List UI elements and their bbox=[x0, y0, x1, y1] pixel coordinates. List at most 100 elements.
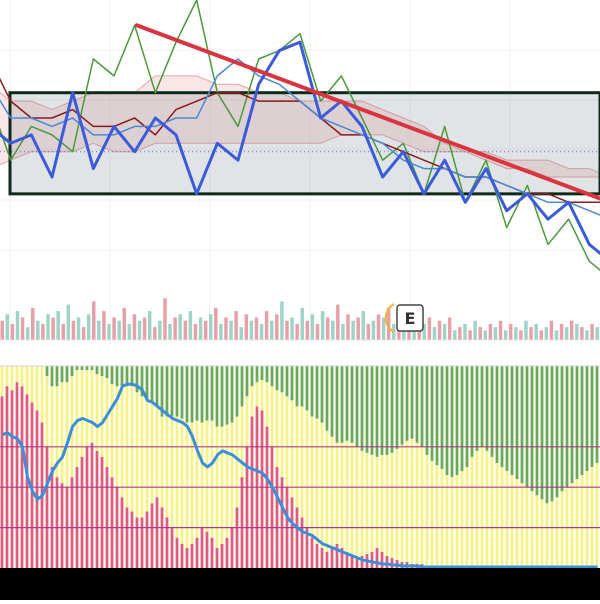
oscillator-bar bbox=[220, 366, 224, 427]
oscillator-bar bbox=[520, 366, 524, 484]
oscillator-bar bbox=[95, 374, 99, 451]
volume-bar bbox=[285, 320, 289, 340]
oscillator-bar bbox=[75, 467, 79, 568]
oscillator-bar bbox=[515, 366, 519, 480]
oscillator-bar bbox=[485, 450, 489, 568]
volume-bar bbox=[437, 320, 442, 340]
oscillator-bar bbox=[425, 454, 429, 566]
oscillator-bar bbox=[210, 366, 214, 421]
oscillator-bar bbox=[475, 366, 479, 451]
oscillator-bar bbox=[5, 366, 9, 387]
oscillator-bar bbox=[340, 442, 344, 548]
volume-bar bbox=[356, 317, 360, 340]
oscillator-bar bbox=[110, 384, 114, 478]
oscillator-bar bbox=[10, 390, 14, 568]
oscillator-bar bbox=[140, 517, 144, 568]
oscillator-bar bbox=[530, 491, 534, 568]
oscillator-bar bbox=[550, 366, 554, 502]
volume-bar bbox=[366, 323, 371, 340]
oscillator-bar bbox=[185, 422, 189, 548]
oscillator-bar bbox=[160, 507, 164, 568]
oscillator-bar bbox=[400, 366, 404, 445]
oscillator-bar bbox=[125, 507, 129, 568]
range-box[interactable] bbox=[8, 91, 600, 196]
oscillator-bar bbox=[70, 366, 74, 377]
oscillator-bar bbox=[85, 366, 89, 371]
oscillator-bar bbox=[235, 366, 239, 417]
oscillator-bar bbox=[320, 547, 324, 568]
oscillator-bar bbox=[270, 366, 274, 387]
volume-bar bbox=[473, 320, 477, 340]
oscillator-bar bbox=[155, 366, 159, 407]
oscillator-panel[interactable] bbox=[0, 365, 600, 569]
volume-bar bbox=[158, 320, 162, 340]
oscillator-bar bbox=[590, 366, 594, 467]
oscillator-bar bbox=[145, 511, 149, 568]
oscillator-bar bbox=[290, 400, 294, 498]
volume-bar bbox=[569, 320, 574, 340]
oscillator-bar bbox=[370, 366, 374, 455]
oscillator-bar bbox=[380, 366, 384, 455]
oscillator-bar bbox=[190, 366, 194, 423]
oscillator-bar bbox=[345, 366, 349, 441]
oscillator-bar bbox=[445, 475, 449, 566]
oscillator-bar bbox=[90, 370, 94, 443]
oscillator-bar bbox=[260, 380, 264, 411]
oscillator-bar bbox=[35, 366, 39, 411]
oscillator-bar bbox=[480, 366, 484, 447]
oscillator-bar bbox=[250, 416, 254, 568]
oscillator-bar bbox=[290, 497, 294, 568]
oscillator-bar bbox=[230, 366, 234, 423]
oscillator-bar bbox=[435, 464, 439, 566]
earnings-marker[interactable]: E bbox=[384, 303, 424, 333]
oscillator-bar bbox=[325, 430, 329, 552]
oscillator-bar bbox=[375, 456, 379, 548]
volume-bar bbox=[229, 320, 233, 340]
oscillator-bar bbox=[15, 382, 19, 568]
oscillator-bar bbox=[35, 410, 39, 568]
volume-bar bbox=[153, 327, 157, 340]
volume-bar bbox=[478, 327, 482, 340]
oscillator-bar bbox=[55, 366, 59, 387]
oscillator-bar bbox=[300, 406, 304, 518]
oscillator-bar bbox=[405, 366, 409, 441]
oscillator-bar bbox=[285, 366, 289, 397]
oscillator-bar bbox=[70, 477, 74, 568]
volume-bar bbox=[10, 323, 15, 340]
oscillator-bar bbox=[290, 366, 294, 401]
oscillator-bar bbox=[500, 366, 504, 467]
oscillator-bar bbox=[330, 547, 334, 568]
volume-bar bbox=[193, 323, 198, 340]
oscillator-bar bbox=[285, 396, 289, 488]
volume-bar bbox=[320, 311, 325, 340]
volume-bar bbox=[331, 320, 335, 340]
oscillator-bar bbox=[60, 483, 64, 568]
volume-bar bbox=[188, 311, 193, 340]
oscillator-bar bbox=[535, 495, 539, 568]
oscillator-bar bbox=[540, 499, 544, 568]
oscillator-bar bbox=[460, 366, 464, 472]
oscillator-bar bbox=[275, 390, 279, 467]
volume-bar bbox=[498, 320, 503, 340]
volume-bar bbox=[361, 311, 365, 340]
volume-bar bbox=[269, 320, 274, 340]
volume-bar bbox=[112, 317, 116, 340]
chart-workspace[interactable]: E bbox=[0, 0, 600, 600]
oscillator-bar bbox=[580, 475, 584, 568]
oscillator-bar bbox=[330, 436, 334, 548]
oscillator-bar bbox=[340, 366, 344, 443]
oscillator-bar bbox=[30, 366, 34, 403]
volume-bar bbox=[463, 323, 467, 340]
oscillator-bar bbox=[315, 418, 319, 544]
oscillator-bar bbox=[535, 366, 539, 496]
oscillator-bar bbox=[465, 366, 469, 467]
oscillator-bar bbox=[100, 456, 104, 568]
oscillator-bar bbox=[465, 467, 469, 568]
oscillator-bar bbox=[450, 477, 454, 566]
oscillator-bar bbox=[440, 469, 444, 566]
chart-canvas[interactable]: E bbox=[0, 0, 600, 600]
oscillator-bar bbox=[275, 366, 279, 391]
volume-bar bbox=[198, 317, 203, 340]
oscillator-bar bbox=[205, 420, 209, 532]
oscillator-bar bbox=[265, 382, 269, 427]
